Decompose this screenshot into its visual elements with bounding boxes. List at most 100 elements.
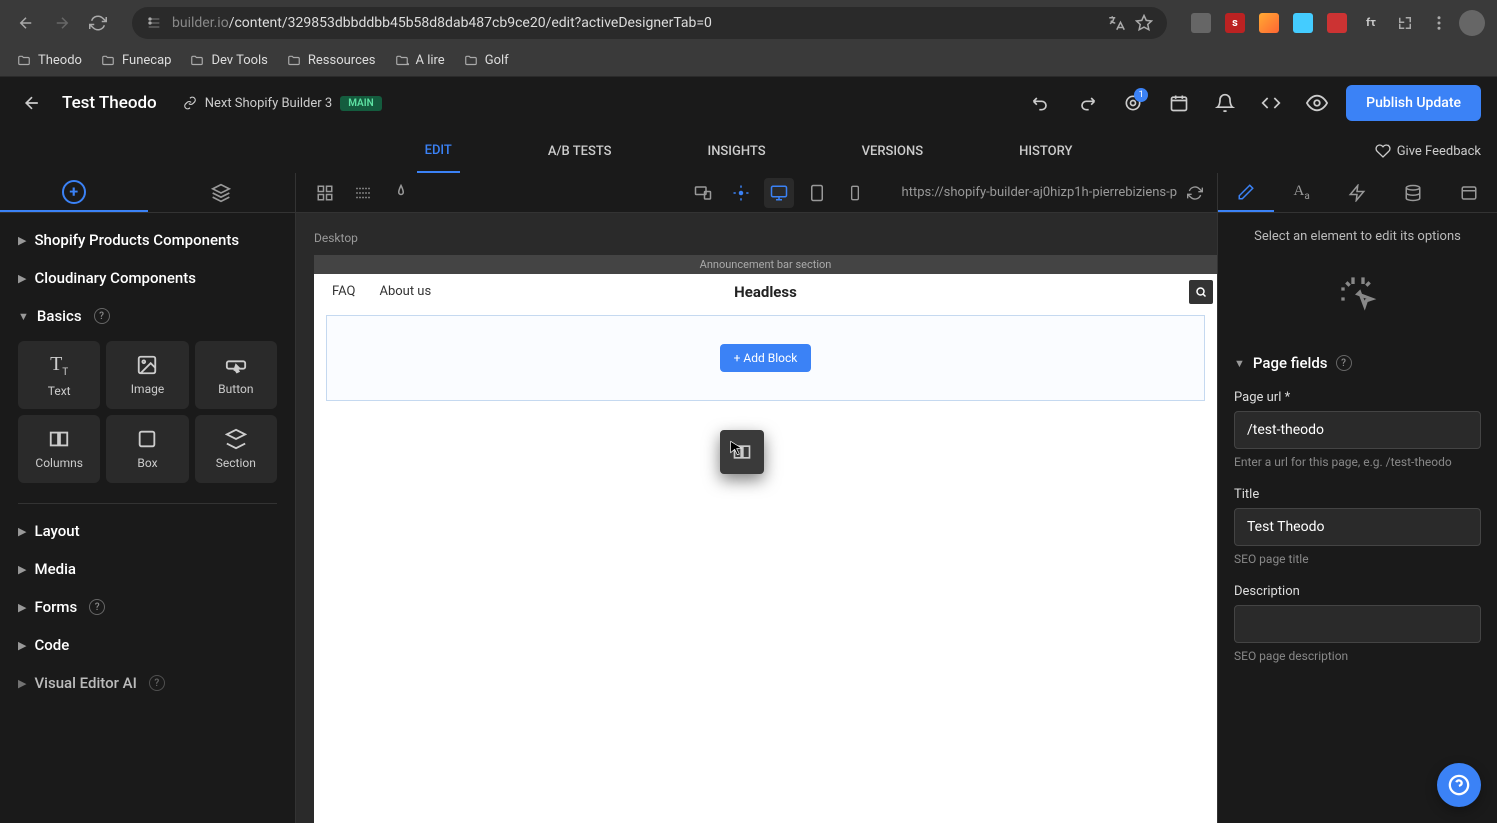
mobile-device-button[interactable] — [840, 178, 870, 208]
browser-profile-avatar[interactable] — [1459, 10, 1485, 36]
grid-toggle-button[interactable] — [310, 178, 340, 208]
ruler-toggle-button[interactable] — [348, 178, 378, 208]
help-fab-button[interactable] — [1437, 763, 1481, 807]
bookmark-folder[interactable]: Theodo — [16, 53, 82, 68]
feedback-link[interactable]: Give Feedback — [1375, 143, 1481, 159]
tab-history[interactable]: HISTORY — [1011, 129, 1080, 173]
right-tab-more[interactable] — [1441, 173, 1497, 212]
bookmark-folder[interactable]: Golf — [463, 53, 509, 68]
breadcrumb[interactable]: Next Shopify Builder 3 MAIN — [183, 96, 382, 111]
extension-icon[interactable]: s — [1221, 9, 1249, 37]
layers-icon — [211, 183, 231, 203]
bookmark-folder[interactable]: Ressources — [286, 53, 376, 68]
extension-icon[interactable]: fτ — [1357, 9, 1385, 37]
targeting-button[interactable]: 1 — [1116, 86, 1150, 120]
browser-chrome: builder.io/content/329853dbbddbb45b58d8d… — [0, 0, 1497, 45]
extension-icon[interactable] — [1187, 9, 1215, 37]
reload-preview-icon[interactable] — [1187, 185, 1203, 201]
publish-button[interactable]: Publish Update — [1346, 85, 1481, 121]
section-media[interactable]: ▶Media — [0, 550, 295, 588]
placeholder-message: Select an element to edit its options — [1234, 229, 1481, 244]
page-fields-header[interactable]: ▼ Page fields ? — [1234, 354, 1481, 372]
edit-icon — [1237, 183, 1255, 201]
help-icon[interactable]: ? — [89, 599, 105, 615]
desktop-device-button[interactable] — [764, 178, 794, 208]
performance-button[interactable] — [386, 178, 416, 208]
browser-back-button[interactable] — [12, 9, 40, 37]
tab-edit[interactable]: EDIT — [417, 129, 460, 173]
block-box[interactable]: Box — [106, 415, 188, 483]
section-layout[interactable]: ▶Layout — [0, 512, 295, 550]
block-columns[interactable]: Columns — [18, 415, 100, 483]
typography-icon: Aa — [1294, 183, 1310, 202]
description-hint: SEO page description — [1234, 649, 1481, 663]
canvas-drop-zone[interactable]: + Add Block — [326, 315, 1205, 401]
block-image[interactable]: Image — [106, 341, 188, 409]
preview-frame[interactable]: Announcement bar section FAQ About us He… — [314, 255, 1217, 823]
preview-nav-link[interactable]: FAQ — [332, 284, 355, 299]
browser-url-bar[interactable]: builder.io/content/329853dbbddbb45b58d8d… — [132, 7, 1167, 39]
translate-icon[interactable] — [1107, 14, 1125, 32]
fit-button[interactable] — [726, 178, 756, 208]
chevron-down-icon: ▼ — [18, 310, 29, 323]
chevron-right-icon: ▶ — [18, 639, 26, 652]
canvas-preview-url[interactable]: https://shopify-builder-aj0hizp1h-pierre… — [902, 185, 1177, 200]
bookmark-folder[interactable]: Funecap — [100, 53, 171, 68]
add-block-button[interactable]: + Add Block — [720, 344, 812, 372]
section-shopify[interactable]: ▶Shopify Products Components — [0, 221, 295, 259]
bookmark-folder[interactable]: Dev Tools — [189, 53, 267, 68]
browser-menu-icon[interactable] — [1425, 9, 1453, 37]
left-tab-layers[interactable] — [148, 173, 296, 212]
left-tab-insert[interactable]: + — [0, 173, 148, 212]
block-text[interactable]: TTText — [18, 341, 100, 409]
tab-versions[interactable]: VERSIONS — [854, 129, 932, 173]
preview-nav-link[interactable]: About us — [379, 284, 431, 299]
extension-icon[interactable] — [1289, 9, 1317, 37]
stage-device-label: Desktop — [314, 231, 1217, 245]
section-forms[interactable]: ▶Forms? — [0, 588, 295, 626]
notifications-button[interactable] — [1208, 86, 1242, 120]
block-button[interactable]: Button — [195, 341, 277, 409]
extensions-puzzle-icon[interactable] — [1391, 9, 1419, 37]
section-code[interactable]: ▶Code — [0, 626, 295, 664]
code-button[interactable] — [1254, 86, 1288, 120]
responsive-auto-button[interactable] — [688, 178, 718, 208]
heart-icon — [1375, 143, 1391, 159]
extension-icon[interactable] — [1323, 9, 1351, 37]
bookmark-star-icon[interactable] — [1135, 14, 1153, 32]
preview-search-button[interactable] — [1189, 280, 1213, 304]
tablet-device-button[interactable] — [802, 178, 832, 208]
section-basics[interactable]: ▼Basics? — [0, 297, 295, 335]
redo-button[interactable] — [1070, 86, 1104, 120]
page-url-hint: Enter a url for this page, e.g. /test-th… — [1234, 455, 1481, 469]
tab-insights[interactable]: INSIGHTS — [700, 129, 774, 173]
panel-icon — [1460, 184, 1478, 202]
right-tab-typography[interactable]: Aa — [1274, 173, 1330, 212]
right-tab-style[interactable] — [1218, 173, 1274, 212]
browser-reload-button[interactable] — [84, 9, 112, 37]
bookmark-folder[interactable]: A lire — [394, 53, 445, 68]
section-visual-editor-ai[interactable]: ▶Visual Editor AI? — [0, 664, 295, 702]
right-tab-data[interactable] — [1385, 173, 1441, 212]
title-label: Title — [1234, 487, 1481, 502]
chevron-right-icon: ▶ — [18, 601, 26, 614]
extension-icon[interactable] — [1255, 9, 1283, 37]
undo-button[interactable] — [1024, 86, 1058, 120]
block-section[interactable]: Section — [195, 415, 277, 483]
right-tab-animate[interactable] — [1330, 173, 1386, 212]
help-icon[interactable]: ? — [1336, 355, 1352, 371]
section-cloudinary[interactable]: ▶Cloudinary Components — [0, 259, 295, 297]
description-input[interactable] — [1234, 605, 1481, 643]
page-url-input[interactable] — [1234, 411, 1481, 449]
schedule-button[interactable] — [1162, 86, 1196, 120]
app-header: Test Theodo Next Shopify Builder 3 MAIN … — [0, 77, 1497, 129]
browser-forward-button[interactable] — [48, 9, 76, 37]
tab-abtests[interactable]: A/B TESTS — [540, 129, 620, 173]
title-input[interactable] — [1234, 508, 1481, 546]
help-icon[interactable]: ? — [94, 308, 110, 324]
site-info-icon[interactable] — [146, 15, 162, 31]
help-icon[interactable]: ? — [149, 675, 165, 691]
app-back-button[interactable] — [16, 87, 48, 119]
preview-button[interactable] — [1300, 86, 1334, 120]
box-icon — [136, 428, 158, 450]
